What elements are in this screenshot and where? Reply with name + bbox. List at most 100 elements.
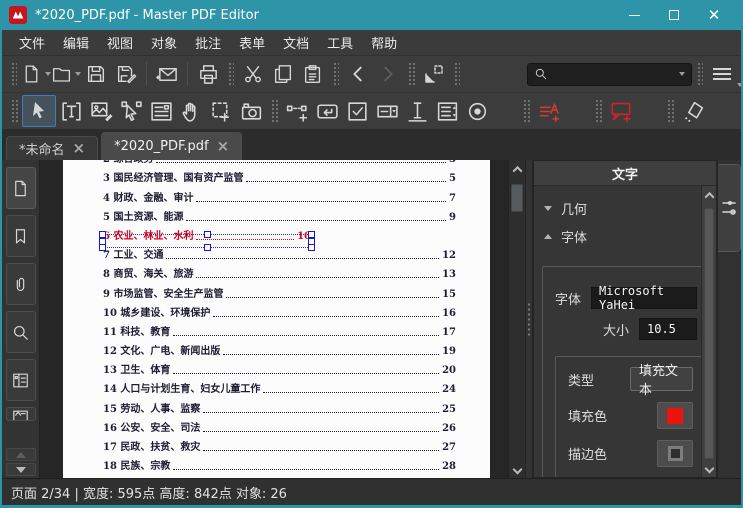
menu-item[interactable]: 对象: [142, 30, 186, 55]
font-name-input[interactable]: Microsoft YaHei: [591, 284, 697, 312]
pdf-page[interactable]: 2 综合政务 3 3 国民经济管理、国有资产监管 5 4 财政、金融、审计 7 5 国土资源…: [63, 160, 490, 478]
open-file-button[interactable]: [51, 59, 82, 89]
toolbar-grip[interactable]: [594, 98, 602, 124]
list-box-tool-button[interactable]: [432, 96, 462, 126]
snapshot-tool-button[interactable]: [236, 96, 266, 126]
menu-item[interactable]: 工具: [318, 30, 362, 55]
toc-row[interactable]: 5 国土资源、能源 9: [63, 207, 490, 226]
toc-row[interactable]: 2 综合政务 3: [63, 160, 490, 168]
attachments-panel-button[interactable]: [5, 263, 36, 305]
new-document-button[interactable]: [21, 59, 52, 89]
menu-item[interactable]: 视图: [98, 30, 142, 55]
minimize-button[interactable]: [614, 1, 654, 29]
edit-image-tool-button[interactable]: [86, 96, 116, 126]
toolbar-grip[interactable]: [332, 61, 340, 87]
link-tool-button[interactable]: [282, 96, 312, 126]
toolbar-grip[interactable]: [270, 98, 278, 124]
select-region-tool-button[interactable]: [206, 96, 236, 126]
toolbar-grip[interactable]: [666, 98, 674, 124]
document-tab[interactable]: *2020_PDF.pdf ×: [101, 132, 243, 160]
edit-path-tool-button[interactable]: [116, 96, 146, 126]
edit-text-tool-button[interactable]: [56, 96, 86, 126]
document-scrollbar[interactable]: [508, 160, 525, 478]
toolbar-grip[interactable]: [227, 61, 235, 87]
toc-row[interactable]: 12 文化、广电、新闻出版 19: [63, 341, 490, 360]
doc-scroll-up-button[interactable]: [509, 161, 525, 177]
menu-item[interactable]: 表单: [230, 30, 274, 55]
toc-row[interactable]: 18 民族、宗教 28: [63, 456, 490, 475]
email-button[interactable]: [152, 59, 182, 89]
print-button[interactable]: [193, 59, 223, 89]
font-size-input[interactable]: 10.5: [639, 318, 697, 340]
toc-row[interactable]: 14 人口与计划生育、妇女儿童工作 24: [63, 379, 490, 398]
toc-row[interactable]: 11 科技、教育 17: [63, 322, 490, 341]
pages-panel-button[interactable]: [5, 167, 36, 209]
search-input[interactable]: [551, 67, 672, 81]
selection-handle[interactable]: [203, 231, 211, 238]
main-menu-button[interactable]: [707, 59, 741, 89]
properties-rail-tab[interactable]: [718, 164, 741, 252]
bookmarks-panel-button[interactable]: [5, 215, 36, 257]
push-button-tool-button[interactable]: [312, 96, 342, 126]
menu-item[interactable]: 文档: [274, 30, 318, 55]
radio-button-tool-button[interactable]: [462, 96, 492, 126]
toc-row[interactable]: 8 商贸、海关、旅游 13: [63, 264, 490, 283]
hand-tool-button[interactable]: [176, 96, 206, 126]
save-button[interactable]: [81, 59, 111, 89]
cut-button[interactable]: [238, 59, 268, 89]
forward-button[interactable]: [373, 59, 403, 89]
section-geometry[interactable]: 几何: [544, 198, 587, 218]
save-as-button[interactable]: [111, 59, 141, 89]
selection-handle[interactable]: [308, 244, 315, 251]
document-tab[interactable]: *未命名 ×: [6, 136, 99, 160]
panel-scrollbar-thumb[interactable]: [704, 208, 714, 459]
section-font[interactable]: 字体: [544, 226, 587, 246]
text-type-select[interactable]: 填充文本: [630, 364, 693, 398]
panel-scroll-up-button[interactable]: [702, 187, 716, 203]
sidebar-scroll-down-button[interactable]: [5, 463, 36, 476]
selection-handle[interactable]: [203, 244, 211, 251]
sidebar-scroll-up-button[interactable]: [5, 448, 36, 461]
callout-tool-button[interactable]: [606, 96, 636, 126]
panel-scrollbar[interactable]: [701, 186, 716, 477]
toolbar-grip[interactable]: [452, 61, 460, 87]
panel-splitter[interactable]: [525, 160, 533, 478]
toolbar-grip[interactable]: [10, 98, 18, 124]
toc-row[interactable]: 4 财政、金融、审计 7: [63, 187, 490, 206]
toc-row[interactable]: 13 卫生、体育 20: [63, 360, 490, 379]
text-field-tool-button[interactable]: [402, 96, 432, 126]
transform-selection-button[interactable]: [419, 59, 449, 89]
back-button[interactable]: [343, 59, 373, 89]
copy-button[interactable]: [268, 59, 298, 89]
search-box[interactable]: [526, 62, 692, 86]
toc-row[interactable]: 15 劳动、人事、监察 25: [63, 398, 490, 417]
menu-item[interactable]: 编辑: [54, 30, 98, 55]
toolbar-grip[interactable]: [522, 98, 530, 124]
toc-row[interactable]: 17 民政、扶贫、救灾 27: [63, 437, 490, 456]
toolbar-grip[interactable]: [695, 61, 704, 87]
doc-scroll-down-button[interactable]: [509, 461, 525, 477]
toc-row[interactable]: 16 公安、安全、司法 26: [63, 418, 490, 437]
eraser-tool-button[interactable]: [678, 96, 708, 126]
selection-handle[interactable]: [99, 244, 106, 251]
toolbar-grip[interactable]: [10, 61, 18, 87]
add-text-annotation-button[interactable]: [534, 96, 564, 126]
toc-row[interactable]: 3 国民经济管理、国有资产监管 5: [63, 168, 490, 187]
fill-color-button[interactable]: [657, 402, 693, 429]
search-panel-button[interactable]: [5, 311, 36, 353]
doc-scrollbar-thumb[interactable]: [511, 184, 523, 212]
menu-item[interactable]: 批注: [186, 30, 230, 55]
toc-row[interactable]: 9 市场监管、安全生产监管 15: [63, 283, 490, 302]
panel-scroll-down-button[interactable]: [702, 460, 716, 476]
select-tool-button[interactable]: [22, 95, 56, 127]
combo-box-tool-button[interactable]: [372, 96, 402, 126]
tab-close-icon[interactable]: ×: [217, 139, 230, 154]
toc-row[interactable]: 10 城乡建设、环境保护 16: [63, 303, 490, 322]
edit-forms-tool-button[interactable]: [146, 96, 176, 126]
signature-panel-button[interactable]: [5, 407, 36, 421]
tab-close-icon[interactable]: ×: [73, 141, 86, 156]
menu-item[interactable]: 帮助: [362, 30, 406, 55]
checkbox-tool-button[interactable]: [342, 96, 372, 126]
paste-button[interactable]: [298, 59, 328, 89]
maximize-button[interactable]: [654, 1, 694, 29]
